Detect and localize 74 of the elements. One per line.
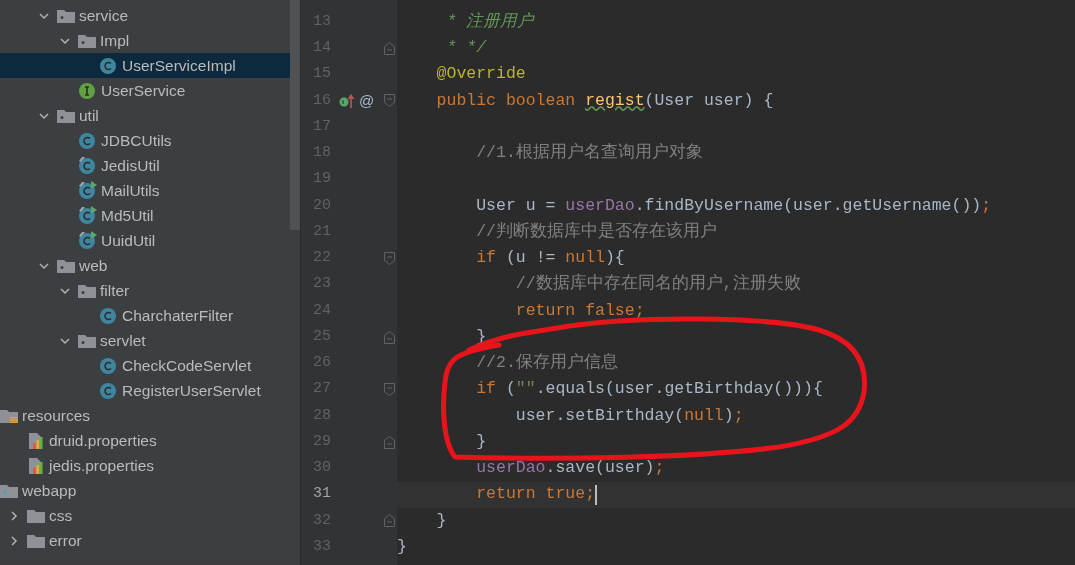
class-icon [78,156,97,175]
tree-item-label[interactable]: Md5Util [101,203,154,228]
class-icon [99,56,118,75]
tree-item-label[interactable]: resources [22,403,91,428]
code-line: //1.根据用户名查询用户对象 [475,142,703,164]
properties-file-icon [27,431,45,450]
code-line: } [397,535,407,558]
interface-icon [78,81,97,100]
folder-icon [27,508,45,523]
code-line: } [435,509,447,532]
tree-item-label[interactable]: JedisUtil [101,153,160,178]
scrollbar[interactable] [290,0,300,230]
fold-marker-icon[interactable] [383,514,395,528]
folder-icon [57,258,75,273]
class-icon [78,231,97,250]
code-line: public boolean regist(User user) { [435,89,774,112]
class-icon [99,381,118,400]
code-line: userDao.save(user); [475,457,665,479]
fold-marker-icon[interactable] [383,94,395,108]
code-line: //数据库中存在同名的用户,注册失败 [514,272,801,296]
code-line: User u = userDao.findByUsername(user.getUsername()); [475,194,992,217]
properties-file-icon [27,456,45,475]
code-line: } [475,430,487,453]
fold-marker-icon[interactable] [383,251,395,265]
tree-item-label[interactable]: util [79,103,99,128]
chevron-icon[interactable] [8,534,20,547]
tree-item-label[interactable]: service [79,3,129,28]
code-line: return true; [475,483,598,507]
code-line: * 注册用户 [445,10,535,33]
tree-item-label[interactable]: filter [100,278,130,303]
chevron-icon[interactable] [8,509,20,522]
tree-item-label[interactable]: CheckCodeServlet [122,353,252,378]
tree-item-label[interactable]: JDBCUtils [101,128,172,153]
class-icon [78,181,97,200]
tree-item-label[interactable]: CharchaterFilter [122,303,234,328]
folder-icon [78,333,96,348]
class-icon [99,356,118,375]
folder-icon [0,483,18,498]
annotation-marker[interactable]: @ [359,89,375,113]
code-line: if ("".equals(user.getBirthday())){ [475,378,823,401]
folder-icon [0,408,18,423]
folder-icon [78,33,96,48]
fold-marker-icon[interactable] [383,41,395,55]
tree-item-label[interactable]: UuidUtil [101,228,156,253]
fold-marker-icon[interactable] [383,435,395,449]
tree-item-label[interactable]: UserService [101,78,186,103]
tree-item-label[interactable]: servlet [100,328,146,353]
tree-item-label[interactable]: css [49,503,73,528]
code-line: if (u != null){ [475,247,625,269]
fold-marker-icon[interactable] [383,383,395,397]
tree-item-label[interactable]: MailUtils [101,178,160,203]
fold-marker-icon[interactable] [383,330,395,344]
folder-icon [78,283,96,298]
code-line: //判断数据库中是否存在该用户 [475,220,718,243]
tree-item-label[interactable]: druid.properties [49,428,157,453]
tree-item-label[interactable]: Impl [100,28,130,53]
code-line: //2.保存用户信息 [475,352,618,374]
tree-item-label[interactable]: RegisterUserServlet [122,378,261,403]
implements-marker-icon[interactable] [339,93,355,108]
line-number: 31 [312,484,331,505]
tree-item-label[interactable]: jedis.properties [49,453,155,478]
code-line: return false; [514,299,645,322]
folder-icon [57,108,75,123]
class-icon [78,131,97,150]
tree-item-label[interactable]: web [79,253,108,278]
class-icon [78,206,97,225]
code-line: * */ [445,37,487,59]
tree-item-label[interactable]: error [49,528,82,553]
tree-item-label[interactable]: webapp [22,478,77,503]
folder-icon [27,533,45,548]
code-line: @Override [435,63,526,86]
code-line: user.setBirthday(null); [514,404,744,427]
folder-icon [57,8,75,23]
class-icon [99,306,118,325]
